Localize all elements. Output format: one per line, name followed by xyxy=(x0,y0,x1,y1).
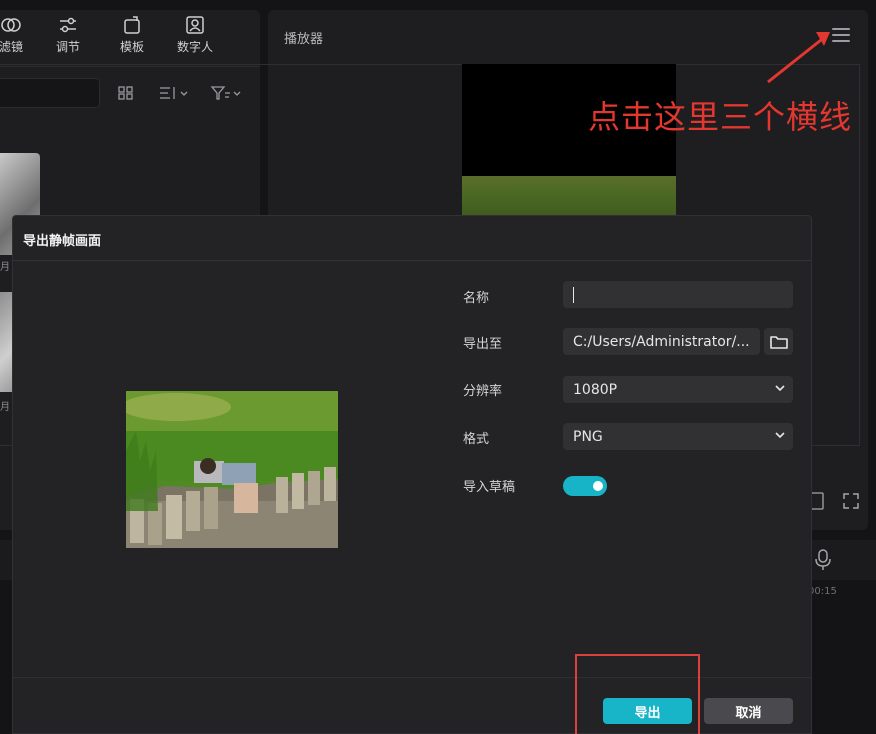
annotation-arrow-icon xyxy=(767,32,830,84)
annotation-text: 点击这里三个横线 xyxy=(588,98,853,136)
format-label: 格式 xyxy=(463,432,490,447)
dialog-title: 导出静帧画面 xyxy=(23,234,102,249)
resolution-label: 分辨率 xyxy=(463,384,503,399)
format-value: PNG xyxy=(573,428,603,445)
toolbar-tab-label: 数字人 xyxy=(176,40,213,54)
digital-human-icon xyxy=(186,16,204,34)
preview-video xyxy=(462,176,676,216)
ratio-icon[interactable] xyxy=(810,492,824,514)
export-to-label: 导出至 xyxy=(463,337,503,352)
text-caret xyxy=(573,286,574,303)
export-path-value: C:/Users/Administrator/... xyxy=(573,333,750,350)
adjust-icon xyxy=(60,17,76,33)
name-input[interactable] xyxy=(563,281,793,308)
microphone-icon[interactable] xyxy=(812,548,834,572)
resolution-value: 1080P xyxy=(573,381,618,398)
browse-folder-button[interactable] xyxy=(764,328,793,355)
toggle-knob xyxy=(593,481,603,491)
toolbar-tab-filter[interactable]: 滤镜 xyxy=(0,14,36,55)
toolbar-tab-digital-human[interactable]: 数字人 xyxy=(170,14,220,55)
template-icon xyxy=(124,16,140,34)
chevron-down-icon xyxy=(775,385,785,392)
divider xyxy=(13,260,811,261)
resolution-select[interactable]: 1080P xyxy=(563,376,793,403)
folder-icon xyxy=(769,335,788,349)
toolbar-tab-adjust[interactable]: 调节 xyxy=(43,14,93,55)
fullscreen-icon[interactable] xyxy=(842,492,860,514)
chevron-down-icon xyxy=(775,432,785,439)
toolbar-tab-label: 模板 xyxy=(119,40,144,54)
name-label: 名称 xyxy=(463,291,490,306)
toolbar-tab-template[interactable]: 模板 xyxy=(107,14,157,55)
player-title: 播放器 xyxy=(284,32,324,47)
import-draft-label: 导入草稿 xyxy=(463,480,516,495)
toolbar-tab-label: 滤镜 xyxy=(0,40,23,54)
frame-preview-image xyxy=(126,391,338,548)
annotation-highlight-box xyxy=(575,654,700,734)
import-draft-toggle[interactable] xyxy=(563,476,607,496)
toolbar-tab-label: 调节 xyxy=(55,40,80,54)
format-select[interactable]: PNG xyxy=(563,423,793,450)
cancel-button[interactable]: 取消 xyxy=(704,698,793,724)
export-path-field[interactable]: C:/Users/Administrator/... xyxy=(563,328,760,355)
filter-icon xyxy=(1,18,21,32)
timeline-time-readout: 00:15 xyxy=(808,586,837,597)
